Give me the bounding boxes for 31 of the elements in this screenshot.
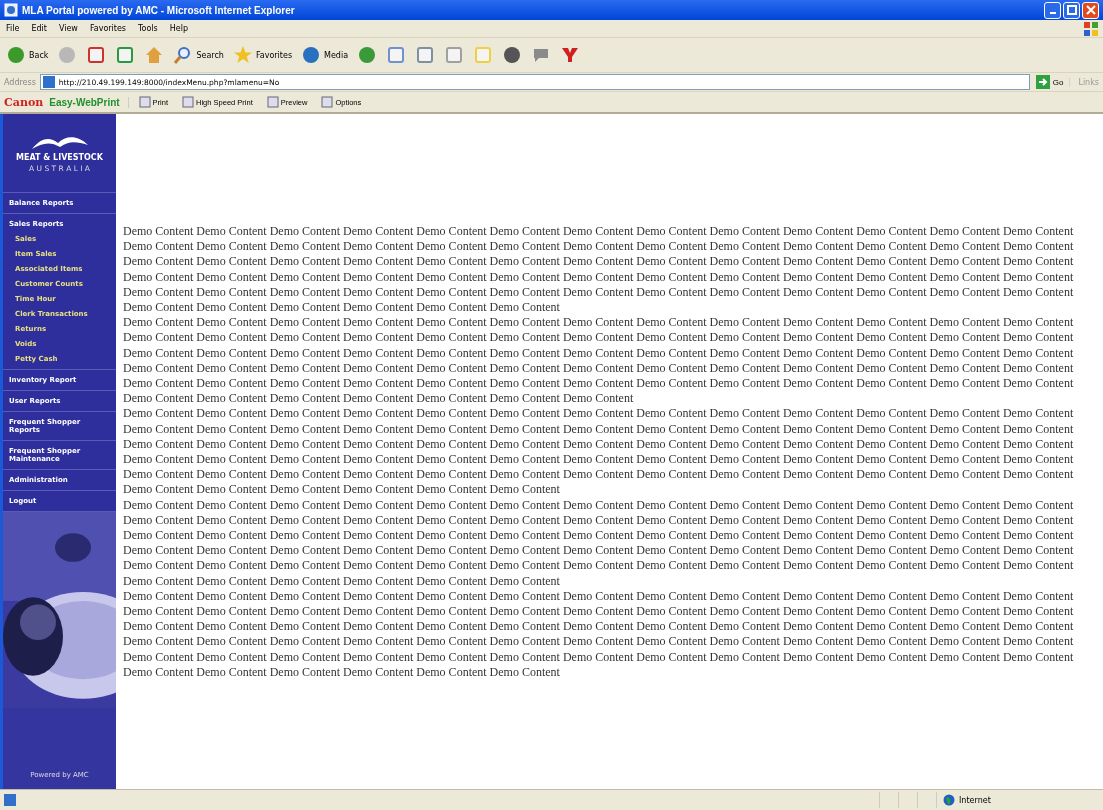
menu-item[interactable]: Favorites: [89, 24, 126, 33]
logo-text: MEAT & LIVESTOCK: [16, 153, 103, 162]
demo-paragraph: Demo Content Demo Content Demo Content Demo Content Demo Content Demo Content Demo Content Demo Content Demo Content Demo Content Demo Content Demo Content Demo Content Demo Content Demo Content Demo Content Demo Content Demo Content Demo Content Demo Content Demo Content Demo Content Demo Content Demo Content Demo Content Demo Content Demo Content Demo Content Demo Content Demo Content Demo Content Demo Content Demo Content Demo Content Demo Content Demo Content Demo Content Demo Content Demo Content Demo Content Demo Content Demo Content Demo Content Demo Content Demo Content Demo Content Demo Content Demo Content Demo Content Demo Content Demo Content Demo Content Demo Content Demo Content Demo Content Demo Content Demo Content Demo Content Demo Content Demo Content Demo Content Demo Content Demo Content Demo Content Demo Content Demo Content Demo Content Demo Content Demo Content Demo Content Demo Content: [123, 497, 1075, 589]
menu-item[interactable]: File: [6, 24, 20, 33]
demo-paragraph: Demo Content Demo Content Demo Content Demo Content Demo Content Demo Content Demo Content Demo Content Demo Content Demo Content Demo Content Demo Content Demo Content Demo Content Demo Content Demo Content Demo Content Demo Content Demo Content Demo Content Demo Content Demo Content Demo Content Demo Content Demo Content Demo Content Demo Content Demo Content Demo Content Demo Content Demo Content Demo Content Demo Content Demo Content Demo Content Demo Content Demo Content Demo Content Demo Content Demo Content Demo Content Demo Content Demo Content Demo Content Demo Content Demo Content Demo Content Demo Content Demo Content Demo Content Demo Content Demo Content Demo Content Demo Content Demo Content Demo Content Demo Content Demo Content Demo Content Demo Content Demo Content Demo Content Demo Content Demo Content Demo Content Demo Content Demo Content Demo Content Demo Content Demo Content Demo Content Demo Content: [123, 315, 1075, 407]
menu-item[interactable]: View: [58, 24, 78, 33]
maximize-button[interactable]: [1063, 1, 1080, 19]
demo-paragraph: Demo Content Demo Content Demo Content Demo Content Demo Content Demo Content Demo Content Demo Content Demo Content Demo Content Demo Content Demo Content Demo Content Demo Content Demo Content Demo Content Demo Content Demo Content Demo Content Demo Content Demo Content Demo Content Demo Content Demo Content Demo Content Demo Content Demo Content Demo Content Demo Content Demo Content Demo Content Demo Content Demo Content Demo Content Demo Content Demo Content Demo Content Demo Content Demo Content Demo Content Demo Content Demo Content Demo Content Demo Content Demo Content Demo Content Demo Content Demo Content Demo Content Demo Content Demo Content Demo Content Demo Content Demo Content Demo Content Demo Content Demo Content Demo Content Demo Content Demo Content Demo Content Demo Content Demo Content Demo Content Demo Content Demo Content Demo Content Demo Content Demo Content Demo Content Demo Content: [123, 588, 1075, 681]
maximize-icon: [1066, 5, 1077, 15]
demo-paragraph: Demo Content Demo Content Demo Content Demo Content Demo Content Demo Content Demo Content Demo Content Demo Content Demo Content Demo Content Demo Content Demo Content Demo Content Demo Content Demo Content Demo Content Demo Content Demo Content Demo Content Demo Content Demo Content Demo Content Demo Content Demo Content Demo Content Demo Content Demo Content Demo Content Demo Content Demo Content Demo Content Demo Content Demo Content Demo Content Demo Content Demo Content Demo Content Demo Content Demo Content Demo Content Demo Content Demo Content Demo Content Demo Content Demo Content Demo Content Demo Content Demo Content Demo Content Demo Content Demo Content Demo Content Demo Content Demo Content Demo Content Demo Content Demo Content Demo Content Demo Content Demo Content Demo Content Demo Content Demo Content Demo Content Demo Content Demo Content Demo Content Demo Content Demo Content Demo Content: [123, 224, 1075, 316]
media-button[interactable]: Media: [299, 45, 351, 65]
window-title: MLA Portal powered by AMC - Microsoft Internet Explorer: [22, 4, 295, 16]
menu-item[interactable]: Help: [169, 24, 188, 33]
go-button[interactable]: Go: [1033, 75, 1066, 89]
search-button[interactable]: Search: [171, 45, 226, 65]
zone-label: Internet: [959, 795, 991, 805]
close-button[interactable]: [1082, 1, 1099, 19]
demo-paragraph: Demo Content Demo Content Demo Content Demo Content Demo Content Demo Content Demo Content Demo Content Demo Content Demo Content Demo Content Demo Content Demo Content Demo Content Demo Content Demo Content Demo Content Demo Content Demo Content Demo Content Demo Content Demo Content Demo Content Demo Content Demo Content Demo Content Demo Content Demo Content Demo Content Demo Content Demo Content Demo Content Demo Content Demo Content Demo Content Demo Content Demo Content Demo Content Demo Content Demo Content Demo Content Demo Content Demo Content Demo Content Demo Content Demo Content Demo Content Demo Content Demo Content Demo Content Demo Content Demo Content Demo Content Demo Content Demo Content Demo Content Demo Content Demo Content Demo Content Demo Content Demo Content Demo Content Demo Content Demo Content Demo Content Demo Content Demo Content Demo Content Demo Content Demo Content Demo Content: [123, 406, 1075, 498]
star-icon: [232, 45, 253, 65]
canon-logo: Canon: [4, 95, 44, 109]
windows-flag-icon: [1083, 20, 1099, 37]
favorites-button[interactable]: Favorites: [230, 45, 295, 65]
address-label: Address: [4, 77, 36, 87]
minimize-button[interactable]: [1044, 1, 1061, 19]
close-icon: [1085, 5, 1096, 15]
back-button[interactable]: Back: [4, 45, 51, 65]
menu-item[interactable]: Edit: [31, 24, 47, 33]
arrow-icon: [1035, 75, 1050, 89]
browser-icon: [4, 3, 18, 17]
minimize-icon: [1049, 12, 1056, 14]
menu-item[interactable]: Tools: [138, 24, 158, 33]
